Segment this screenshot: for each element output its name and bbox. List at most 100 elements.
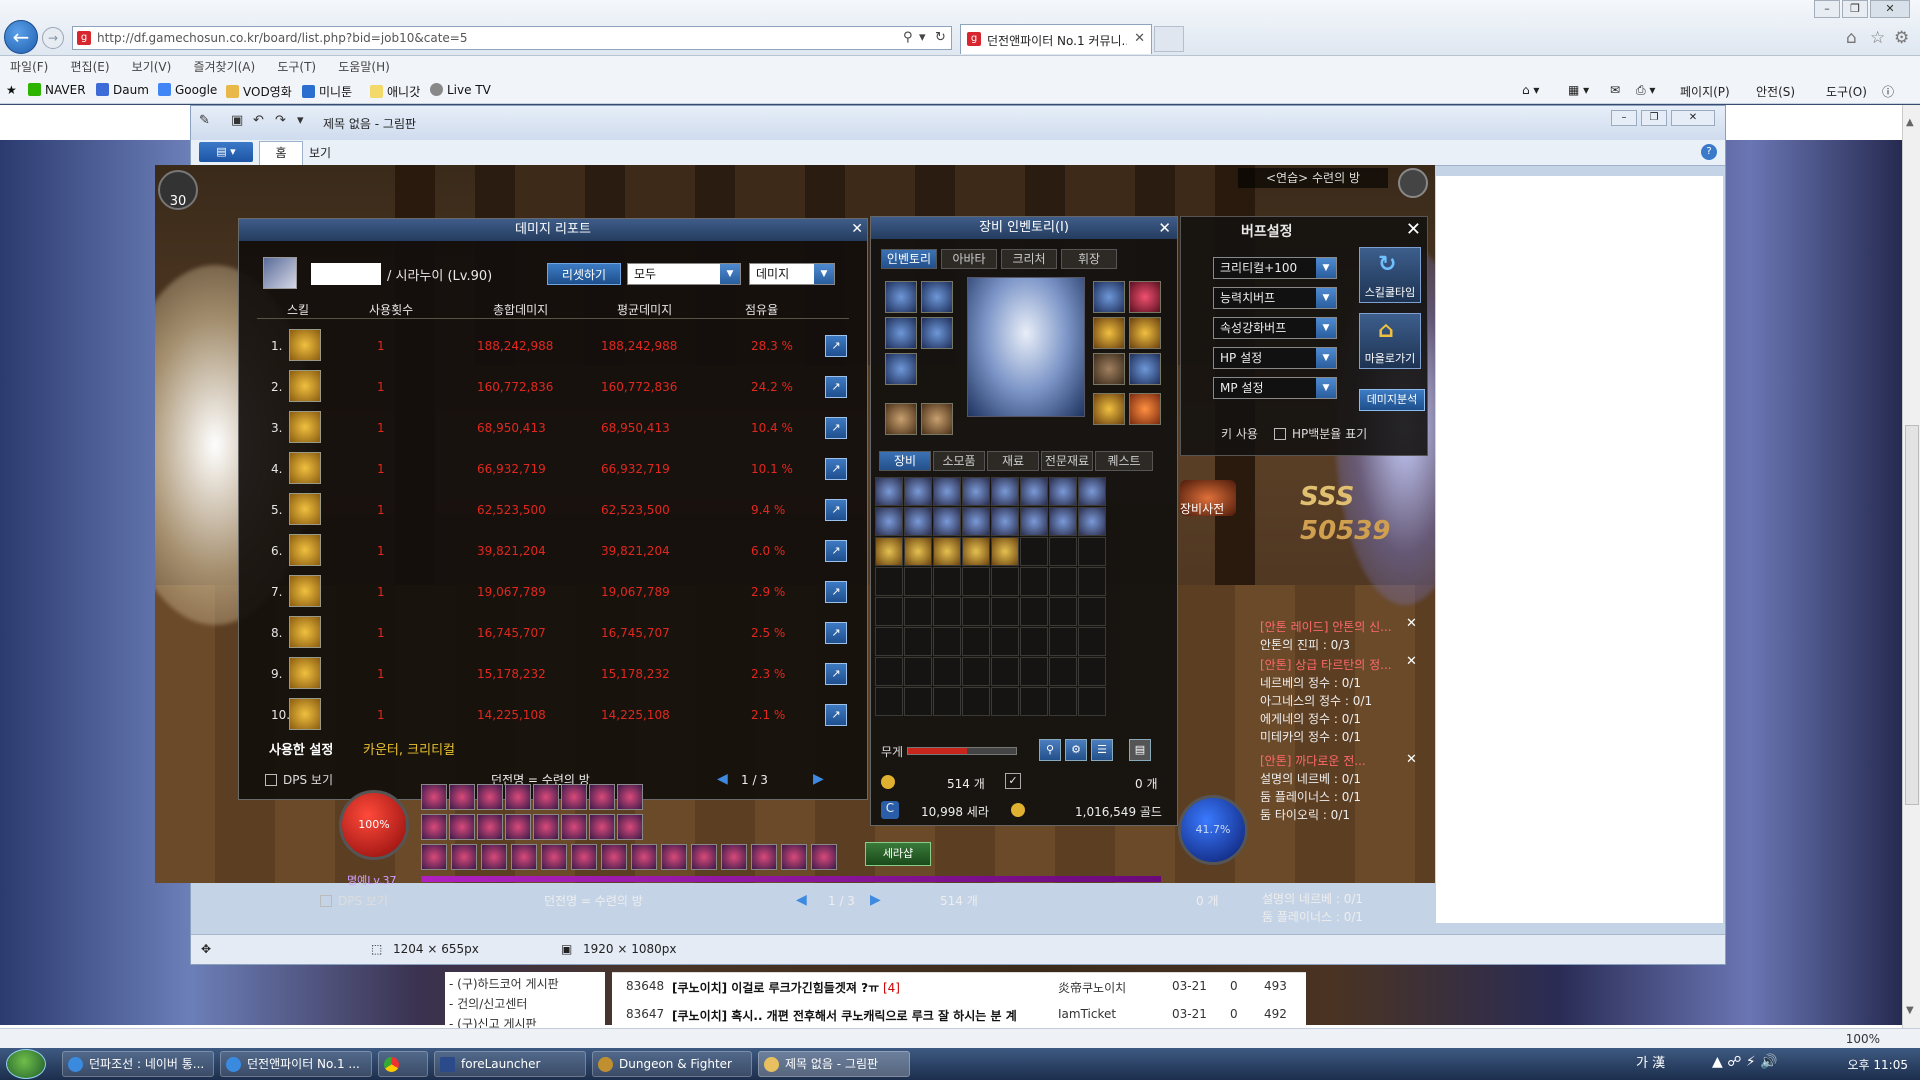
dps-toggle-bg[interactable]: DPS 보기 bbox=[320, 892, 388, 909]
table-row[interactable]: 83647 [쿠노이치] 혹시.. 개편 전후해서 쿠노캐릭으로 루크 잘 하시… bbox=[612, 1001, 1306, 1027]
inventory-slot[interactable] bbox=[933, 567, 961, 596]
export-icon[interactable]: ↗ bbox=[825, 458, 847, 480]
equip-slot[interactable] bbox=[1093, 353, 1125, 385]
new-tab-button[interactable] bbox=[1154, 26, 1184, 52]
skill-slot[interactable] bbox=[661, 844, 687, 870]
minimap-icon[interactable] bbox=[1398, 168, 1428, 198]
export-icon[interactable]: ↗ bbox=[825, 417, 847, 439]
sidebar-item[interactable]: - 건의/신고센터 bbox=[445, 995, 605, 1012]
home-icon[interactable]: ⌂ ▾ bbox=[1522, 83, 1539, 97]
skill-slot[interactable] bbox=[421, 814, 447, 840]
skill-slot[interactable] bbox=[589, 814, 615, 840]
inventory-slot[interactable] bbox=[962, 687, 990, 716]
scroll-thumb[interactable] bbox=[1905, 425, 1919, 805]
inventory-slot[interactable] bbox=[1020, 657, 1048, 686]
inventory-slot[interactable] bbox=[991, 567, 1019, 596]
inventory-slot[interactable] bbox=[1020, 537, 1048, 566]
skill-slot[interactable] bbox=[617, 814, 643, 840]
fav-daum[interactable]: Daum bbox=[96, 83, 149, 97]
address-url[interactable]: http://df.gamechosun.co.kr/board/list.ph… bbox=[97, 31, 468, 45]
menu-file[interactable]: 파일(F) bbox=[10, 56, 48, 78]
inventory-slot[interactable] bbox=[962, 507, 990, 536]
inventory-slot[interactable] bbox=[991, 657, 1019, 686]
paint-minimize-button[interactable]: – bbox=[1611, 110, 1637, 126]
export-icon[interactable]: ↗ bbox=[825, 335, 847, 357]
export-icon[interactable]: ↗ bbox=[825, 622, 847, 644]
restore-button[interactable]: ❐ bbox=[1842, 0, 1868, 18]
tools-menu[interactable]: 도구(O) bbox=[1826, 83, 1867, 100]
skill-slot[interactable] bbox=[533, 784, 559, 810]
equip-slot[interactable] bbox=[1093, 393, 1125, 425]
inventory-slot[interactable] bbox=[933, 687, 961, 716]
sidebar-item[interactable]: - (구)하드코어 게시판 bbox=[445, 975, 605, 992]
quest-line[interactable]: 네르베의 정수 : 0/1 bbox=[1260, 674, 1361, 691]
inventory-slot[interactable] bbox=[1049, 477, 1077, 506]
skill-slot[interactable] bbox=[601, 844, 627, 870]
inventory-slot[interactable] bbox=[904, 687, 932, 716]
gear-icon[interactable]: ⚙ bbox=[1065, 739, 1087, 761]
quest-line[interactable]: [안톤 레이드] 안톤의 신... bbox=[1260, 618, 1392, 635]
print-icon[interactable]: ⎙ ▾ bbox=[1636, 83, 1655, 98]
fav-vod[interactable]: VOD영화 bbox=[226, 83, 292, 100]
inventory-slot[interactable] bbox=[904, 477, 932, 506]
fav-minitoon[interactable]: 미니툰 bbox=[302, 83, 352, 100]
skill-slot[interactable] bbox=[505, 784, 531, 810]
quest-line[interactable]: 안톤의 진피 : 0/3 bbox=[1260, 636, 1350, 653]
ime-indicator[interactable]: 가 漢 bbox=[1636, 1052, 1665, 1071]
inventory-slot[interactable] bbox=[1078, 687, 1106, 716]
inventory-slot[interactable] bbox=[933, 627, 961, 656]
quest-line[interactable]: [안톤] 까다로운 전... bbox=[1260, 752, 1366, 769]
skill-slot[interactable] bbox=[511, 844, 537, 870]
inventory-slot[interactable] bbox=[991, 537, 1019, 566]
equip-slot[interactable] bbox=[885, 403, 917, 435]
author[interactable]: IamTicket bbox=[1058, 1007, 1116, 1021]
skill-slot[interactable] bbox=[561, 784, 587, 810]
skill-slot[interactable] bbox=[505, 814, 531, 840]
fav-anigat[interactable]: 애니갓 bbox=[370, 83, 420, 100]
page-menu[interactable]: 페이지(P) bbox=[1680, 83, 1730, 100]
inventory-slot[interactable] bbox=[1078, 657, 1106, 686]
skill-slot[interactable] bbox=[721, 844, 747, 870]
fav-google[interactable]: Google bbox=[158, 83, 217, 97]
tab-equipment[interactable]: 장비 bbox=[879, 451, 931, 471]
export-icon[interactable]: ↗ bbox=[825, 581, 847, 603]
inventory-slot[interactable] bbox=[1049, 537, 1077, 566]
close-quest-icon[interactable]: ✕ bbox=[1406, 752, 1417, 767]
inventory-slot[interactable] bbox=[1078, 537, 1106, 566]
taskbar-item-ie2[interactable]: 던전앤파이터 No.1 ... bbox=[220, 1051, 372, 1077]
skill-slot[interactable] bbox=[533, 814, 559, 840]
tab-consumable[interactable]: 소모품 bbox=[933, 451, 985, 471]
inventory-slot[interactable] bbox=[991, 597, 1019, 626]
prev-page-icon[interactable]: ◀ bbox=[796, 892, 807, 908]
taskbar-item-dnf[interactable]: Dungeon & Fighter bbox=[592, 1051, 752, 1077]
tab-view[interactable]: 보기 bbox=[309, 144, 331, 161]
reset-button[interactable]: 리셋하기 bbox=[547, 263, 621, 285]
inventory-slot[interactable] bbox=[875, 627, 903, 656]
skill-slot[interactable] bbox=[451, 844, 477, 870]
buff-option-element[interactable]: 속성강화버프 ▼ bbox=[1213, 317, 1337, 339]
taskbar-item-chrome[interactable] bbox=[378, 1051, 428, 1077]
buff-option-critical[interactable]: 크리티컬+100 ▼ bbox=[1213, 257, 1337, 279]
inventory-slot[interactable] bbox=[904, 537, 932, 566]
quest-line[interactable]: 미테카의 정수 : 0/1 bbox=[1260, 728, 1361, 745]
inventory-slot[interactable] bbox=[904, 597, 932, 626]
inventory-slot[interactable] bbox=[933, 477, 961, 506]
inventory-slot[interactable] bbox=[962, 597, 990, 626]
equip-slot[interactable] bbox=[885, 317, 917, 349]
inventory-slot[interactable] bbox=[1020, 567, 1048, 596]
browser-tab[interactable]: g 던전앤파이터 No.1 커뮤니... ✕ bbox=[960, 24, 1152, 54]
start-button[interactable] bbox=[6, 1049, 46, 1079]
undo-icon[interactable]: ↶ bbox=[253, 113, 264, 128]
gear-icon[interactable]: ⚙ bbox=[1894, 28, 1909, 48]
help-icon[interactable]: ⓘ bbox=[1882, 83, 1894, 100]
inventory-slot[interactable] bbox=[1049, 597, 1077, 626]
post-title[interactable]: [쿠노이치] 혹시.. 개편 전후해서 쿠노캐릭으로 루크 잘 하시는 분 계 bbox=[672, 1007, 1052, 1024]
close-icon[interactable]: ✕ bbox=[851, 221, 863, 237]
skill-slot[interactable] bbox=[421, 844, 447, 870]
close-icon[interactable]: ✕ bbox=[1158, 219, 1171, 237]
refresh-icon[interactable]: ↻ bbox=[935, 30, 946, 45]
tab-quest[interactable]: 퀘스트 bbox=[1095, 451, 1153, 471]
inventory-slot[interactable] bbox=[904, 627, 932, 656]
menu-tools[interactable]: 도구(T) bbox=[277, 56, 316, 78]
inventory-slot[interactable] bbox=[962, 537, 990, 566]
